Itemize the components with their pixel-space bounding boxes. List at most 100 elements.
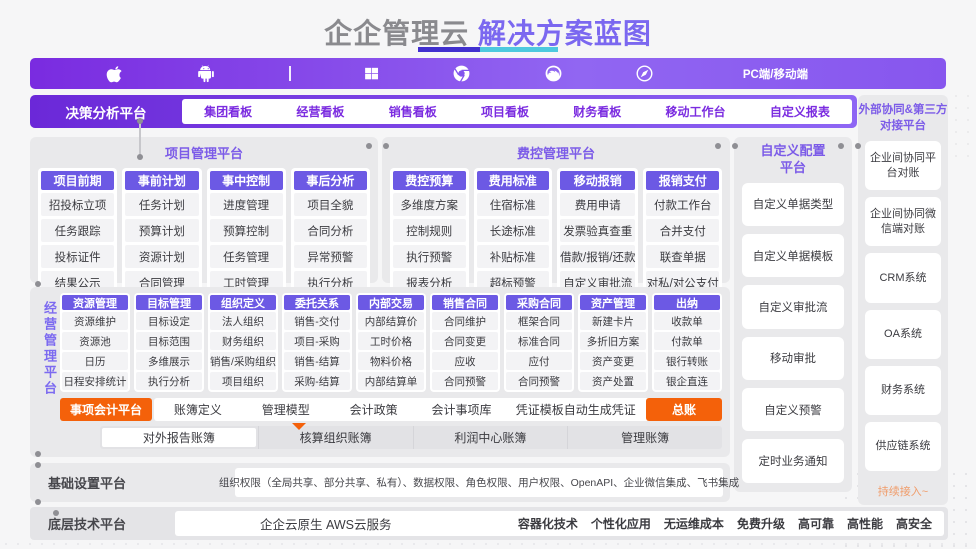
expense-platform-title: 费控管理平台 xyxy=(382,137,730,162)
column-item: 物料价格 xyxy=(358,352,424,370)
external-title-line2: 对接平台 xyxy=(858,119,948,135)
platform-column: 事中控制 进度管理 预算控制 任务管理 工时管理 xyxy=(207,168,286,297)
external-system-card: 企业间协同平台对账 xyxy=(865,141,941,190)
project-management-platform: 项目管理平台 项目前期 招投标立项 任务跟踪 投标证件 结果公示 事前计划 任务… xyxy=(30,137,378,283)
event-accounting-row: 事项会计平台 账簿定义 管理模型 会计政策 会计事项库 凭证模板自动生成凭证 总… xyxy=(60,398,722,421)
custom-config-list: 自定义单据类型 自定义单据模板 自定义审批流 移动审批 自定义预警 定时业务通知 xyxy=(734,177,852,491)
platform-column: 资产管理 新建卡片 多折旧方案 资产变更 资产处置 xyxy=(578,293,648,392)
column-item: 异常预警 xyxy=(294,245,367,268)
title-brand: 企企管理云 xyxy=(324,18,478,49)
external-more-label: 持续接入~ xyxy=(858,477,948,499)
column-item: 合同分析 xyxy=(294,219,367,242)
column-header: 事后分析 xyxy=(294,171,367,190)
column-item: 发票验真查重 xyxy=(560,219,635,242)
platform-column: 目标管理 目标设定 目标范围 多维展示 执行分析 xyxy=(134,293,204,392)
column-item: 应付 xyxy=(506,352,572,370)
firefox-icon xyxy=(544,64,563,83)
connector-dot xyxy=(838,143,844,149)
tech-platform-content: 企企云原生 AWS云服务 容器化技术 个性化应用 无运维成本 免费升级 高可靠 … xyxy=(175,511,944,536)
column-item: 工时价格 xyxy=(358,332,424,350)
decision-board-list: 集团看板 经营看板 销售看板 项目看板 财务看板 移动工作台 自定义报表 xyxy=(182,99,852,124)
platform-column: 出纳 收款单 付款单 银行转账 银企直连 xyxy=(652,293,722,392)
column-header: 项目前期 xyxy=(41,171,114,190)
column-item: 长途标准 xyxy=(477,219,550,242)
column-item: 资源计划 xyxy=(125,245,198,268)
project-columns: 项目前期 招投标立项 任务跟踪 投标证件 结果公示 事前计划 任务计划 预算计划… xyxy=(30,162,378,305)
column-item: 合同预警 xyxy=(432,372,498,390)
device-icons xyxy=(30,64,690,84)
column-item: 目标设定 xyxy=(136,312,202,330)
platform-column: 费控预算 多维度方案 控制规则 执行预警 报表分析 xyxy=(390,168,469,297)
down-arrow-icon xyxy=(292,423,306,430)
column-item: 项目全貌 xyxy=(294,193,367,216)
column-item: 内部结算单 xyxy=(358,372,424,390)
solution-blueprint-page: 企企管理云 解决方案蓝图 PC xyxy=(0,0,976,549)
platform-column: 采购合同 框架合同 标准合同 应付 合同预警 xyxy=(504,293,574,392)
dot-texture xyxy=(950,90,976,160)
platform-column: 报销支付 付款工作台 合并支付 联查单据 对私/对公支付 xyxy=(643,168,722,297)
column-item: 法人组织 xyxy=(210,312,276,330)
general-ledger-badge: 总账 xyxy=(646,398,722,421)
connector-dot xyxy=(35,451,41,457)
connector-dot xyxy=(715,143,721,149)
column-item: 银行转账 xyxy=(654,352,720,370)
custom-config-card: 移动审批 xyxy=(742,337,844,380)
platform-column: 事后分析 项目全貌 合同分析 异常预警 执行分析 xyxy=(291,168,370,297)
device-platform-bar: PC端/移动端 xyxy=(30,58,946,89)
column-header: 出纳 xyxy=(654,295,720,310)
column-item: 投标证件 xyxy=(41,245,114,268)
tech-feature: 高可靠 xyxy=(798,515,834,532)
board-item: 项目看板 xyxy=(481,103,529,120)
column-header: 移动报销 xyxy=(560,171,635,190)
page-title: 企企管理云 解决方案蓝图 xyxy=(0,12,976,52)
tech-feature-list: 容器化技术 个性化应用 无运维成本 免费升级 高可靠 高性能 高安全 xyxy=(518,515,932,532)
accounting-item: 账簿定义 xyxy=(154,401,242,418)
connector-dot xyxy=(732,143,738,149)
column-item: 进度管理 xyxy=(210,193,283,216)
basic-platform-content: 组织权限（全局共享、部分共享、私有）、数据权限、角色权限、用户权限、OpenAP… xyxy=(235,468,723,497)
column-item: 多维展示 xyxy=(136,352,202,370)
column-item: 付款工作台 xyxy=(646,193,719,216)
custom-config-card: 自定义单据类型 xyxy=(742,183,844,226)
account-books-row: 对外报告账簿 核算组织账簿 利润中心账簿 管理账簿 xyxy=(100,426,722,449)
column-item: 联查单据 xyxy=(646,245,719,268)
basic-settings-platform: 基础设置平台 组织权限（全局共享、部分共享、私有）、数据权限、角色权限、用户权限… xyxy=(30,463,730,502)
connector-dot xyxy=(35,281,41,287)
accounting-item: 管理模型 xyxy=(242,401,330,418)
column-item: 费用申请 xyxy=(560,193,635,216)
tech-feature: 高安全 xyxy=(896,515,932,532)
column-header: 销售合同 xyxy=(432,295,498,310)
column-item: 应收 xyxy=(432,352,498,370)
tech-platform: 底层技术平台 企企云原生 AWS云服务 容器化技术 个性化应用 无运维成本 免费… xyxy=(30,507,948,540)
column-item: 多折旧方案 xyxy=(580,332,646,350)
safari-icon xyxy=(635,64,654,83)
connector-dot xyxy=(35,462,41,468)
column-header: 采购合同 xyxy=(506,295,572,310)
column-header: 资产管理 xyxy=(580,295,646,310)
tech-platform-label: 底层技术平台 xyxy=(48,507,126,540)
column-item: 日程安排统计 xyxy=(62,372,128,390)
column-item: 合同维护 xyxy=(432,312,498,330)
external-system-card: 企业间协同微信端对账 xyxy=(865,197,941,246)
custom-platform-title: 自定义配置 平台 xyxy=(734,137,852,177)
column-item: 标准合同 xyxy=(506,332,572,350)
column-header: 费控预算 xyxy=(393,171,466,190)
windows-icon xyxy=(363,65,380,82)
expense-columns: 费控预算 多维度方案 控制规则 执行预警 报表分析 费用标准 住宿标准 长途标准… xyxy=(382,162,730,305)
column-item: 新建卡片 xyxy=(580,312,646,330)
connector-dot xyxy=(366,143,372,149)
platform-column: 移动报销 费用申请 发票验真查重 借款/报销/还款 自定义审批流 xyxy=(557,168,638,297)
connector-dot xyxy=(53,510,59,516)
column-item: 资产处置 xyxy=(580,372,646,390)
accounting-item: 凭证模板自动生成凭证 xyxy=(505,401,646,418)
column-header: 事前计划 xyxy=(125,171,198,190)
apple-icon xyxy=(106,65,124,83)
external-title-line1: 外部协同&第三方 xyxy=(858,103,948,119)
column-item: 内部结算价 xyxy=(358,312,424,330)
custom-config-card: 自定义预警 xyxy=(742,388,844,431)
column-item: 财务组织 xyxy=(210,332,276,350)
column-item: 执行预警 xyxy=(393,245,466,268)
icon-divider xyxy=(289,66,291,81)
title-underline xyxy=(418,47,558,52)
decision-analysis-platform: 决策分析平台 集团看板 经营看板 销售看板 项目看板 财务看板 移动工作台 自定… xyxy=(30,95,857,128)
